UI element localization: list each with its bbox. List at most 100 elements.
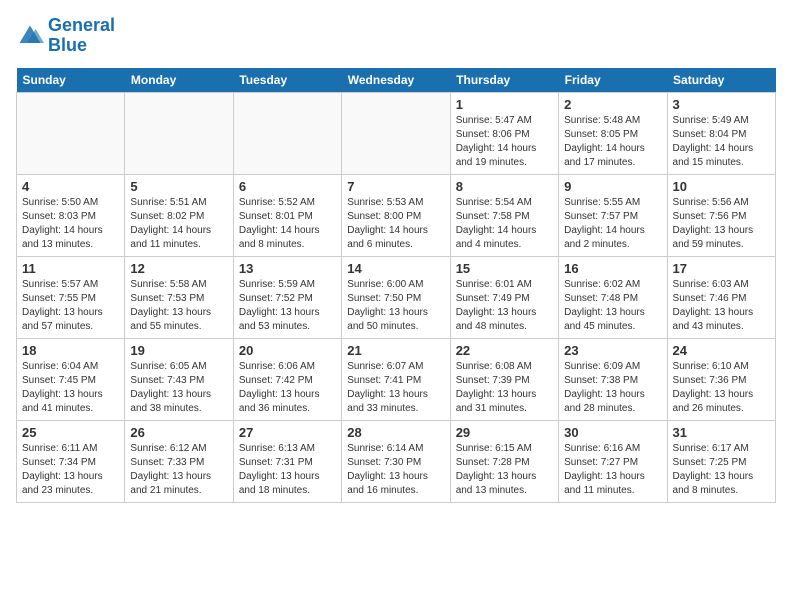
cell-info: Sunrise: 6:03 AMSunset: 7:46 PMDaylight:… bbox=[673, 278, 770, 334]
cell-info: Sunrise: 5:53 AMSunset: 8:00 PMDaylight:… bbox=[347, 196, 444, 252]
cell-info: Sunrise: 6:08 AMSunset: 7:39 PMDaylight:… bbox=[456, 360, 553, 416]
calendar-week-5: 25 Sunrise: 6:11 AMSunset: 7:34 PMDayligh… bbox=[17, 420, 776, 502]
cell-date: 8 bbox=[456, 179, 553, 194]
calendar-cell bbox=[233, 92, 341, 174]
cell-date: 25 bbox=[22, 425, 119, 440]
cell-info: Sunrise: 6:01 AMSunset: 7:49 PMDaylight:… bbox=[456, 278, 553, 334]
cell-date: 30 bbox=[564, 425, 661, 440]
calendar-cell: 11 Sunrise: 5:57 AMSunset: 7:55 PMDayligh… bbox=[17, 256, 125, 338]
cell-date: 22 bbox=[456, 343, 553, 358]
cell-date: 21 bbox=[347, 343, 444, 358]
cell-info: Sunrise: 5:48 AMSunset: 8:05 PMDaylight:… bbox=[564, 114, 661, 170]
day-header-saturday: Saturday bbox=[667, 68, 775, 93]
calendar-week-3: 11 Sunrise: 5:57 AMSunset: 7:55 PMDayligh… bbox=[17, 256, 776, 338]
calendar-cell bbox=[125, 92, 233, 174]
cell-info: Sunrise: 5:50 AMSunset: 8:03 PMDaylight:… bbox=[22, 196, 119, 252]
cell-info: Sunrise: 6:04 AMSunset: 7:45 PMDaylight:… bbox=[22, 360, 119, 416]
day-header-thursday: Thursday bbox=[450, 68, 558, 93]
cell-info: Sunrise: 6:14 AMSunset: 7:30 PMDaylight:… bbox=[347, 442, 444, 498]
cell-info: Sunrise: 6:09 AMSunset: 7:38 PMDaylight:… bbox=[564, 360, 661, 416]
calendar-cell bbox=[17, 92, 125, 174]
cell-info: Sunrise: 6:00 AMSunset: 7:50 PMDaylight:… bbox=[347, 278, 444, 334]
cell-info: Sunrise: 6:10 AMSunset: 7:36 PMDaylight:… bbox=[673, 360, 770, 416]
calendar-cell: 13Sunrise: 5:59 AMSunset: 7:52 PMDayligh… bbox=[233, 256, 341, 338]
cell-date: 18 bbox=[22, 343, 119, 358]
calendar-cell: 10 Sunrise: 5:56 AMSunset: 7:56 PMDayligh… bbox=[667, 174, 775, 256]
cell-date: 26 bbox=[130, 425, 227, 440]
cell-date: 10 bbox=[673, 179, 770, 194]
cell-date: 15 bbox=[456, 261, 553, 276]
calendar-cell: 3 Sunrise: 5:49 AMSunset: 8:04 PMDaylight… bbox=[667, 92, 775, 174]
cell-info: Sunrise: 6:15 AMSunset: 7:28 PMDaylight:… bbox=[456, 442, 553, 498]
cell-date: 12 bbox=[130, 261, 227, 276]
calendar-cell: 2 Sunrise: 5:48 AMSunset: 8:05 PMDaylight… bbox=[559, 92, 667, 174]
cell-date: 9 bbox=[564, 179, 661, 194]
cell-info: Sunrise: 6:07 AMSunset: 7:41 PMDaylight:… bbox=[347, 360, 444, 416]
cell-date: 6 bbox=[239, 179, 336, 194]
cell-info: Sunrise: 5:49 AMSunset: 8:04 PMDaylight:… bbox=[673, 114, 770, 170]
cell-info: Sunrise: 5:51 AMSunset: 8:02 PMDaylight:… bbox=[130, 196, 227, 252]
calendar-cell: 28 Sunrise: 6:14 AMSunset: 7:30 PMDayligh… bbox=[342, 420, 450, 502]
calendar-cell bbox=[342, 92, 450, 174]
cell-date: 5 bbox=[130, 179, 227, 194]
cell-info: Sunrise: 5:56 AMSunset: 7:56 PMDaylight:… bbox=[673, 196, 770, 252]
calendar-cell: 19 Sunrise: 6:05 AMSunset: 7:43 PMDayligh… bbox=[125, 338, 233, 420]
calendar-cell: 24 Sunrise: 6:10 AMSunset: 7:36 PMDayligh… bbox=[667, 338, 775, 420]
cell-date: 14 bbox=[347, 261, 444, 276]
calendar-cell: 16Sunrise: 6:02 AMSunset: 7:48 PMDayligh… bbox=[559, 256, 667, 338]
calendar-cell: 15 Sunrise: 6:01 AMSunset: 7:49 PMDayligh… bbox=[450, 256, 558, 338]
cell-date: 20 bbox=[239, 343, 336, 358]
calendar-cell: 27Sunrise: 6:13 AMSunset: 7:31 PMDayligh… bbox=[233, 420, 341, 502]
calendar-cell: 7Sunrise: 5:53 AMSunset: 8:00 PMDaylight… bbox=[342, 174, 450, 256]
day-header-wednesday: Wednesday bbox=[342, 68, 450, 93]
calendar-header-row: SundayMondayTuesdayWednesdayThursdayFrid… bbox=[17, 68, 776, 93]
calendar-cell: 18 Sunrise: 6:04 AMSunset: 7:45 PMDayligh… bbox=[17, 338, 125, 420]
day-header-tuesday: Tuesday bbox=[233, 68, 341, 93]
day-header-friday: Friday bbox=[559, 68, 667, 93]
cell-date: 2 bbox=[564, 97, 661, 112]
calendar-cell: 8Sunrise: 5:54 AMSunset: 7:58 PMDaylight… bbox=[450, 174, 558, 256]
calendar-cell: 5 Sunrise: 5:51 AMSunset: 8:02 PMDaylight… bbox=[125, 174, 233, 256]
calendar-cell: 30 Sunrise: 6:16 AMSunset: 7:27 PMDayligh… bbox=[559, 420, 667, 502]
calendar-cell: 4 Sunrise: 5:50 AMSunset: 8:03 PMDaylight… bbox=[17, 174, 125, 256]
logo-icon bbox=[16, 22, 44, 50]
cell-date: 3 bbox=[673, 97, 770, 112]
cell-info: Sunrise: 5:58 AMSunset: 7:53 PMDaylight:… bbox=[130, 278, 227, 334]
cell-info: Sunrise: 6:06 AMSunset: 7:42 PMDaylight:… bbox=[239, 360, 336, 416]
calendar-cell: 14 Sunrise: 6:00 AMSunset: 7:50 PMDayligh… bbox=[342, 256, 450, 338]
logo: General Blue bbox=[16, 16, 115, 56]
calendar-table: SundayMondayTuesdayWednesdayThursdayFrid… bbox=[16, 68, 776, 503]
cell-info: Sunrise: 6:16 AMSunset: 7:27 PMDaylight:… bbox=[564, 442, 661, 498]
calendar-cell: 26Sunrise: 6:12 AMSunset: 7:33 PMDayligh… bbox=[125, 420, 233, 502]
cell-date: 11 bbox=[22, 261, 119, 276]
cell-info: Sunrise: 5:59 AMSunset: 7:52 PMDaylight:… bbox=[239, 278, 336, 334]
cell-info: Sunrise: 6:05 AMSunset: 7:43 PMDaylight:… bbox=[130, 360, 227, 416]
cell-info: Sunrise: 6:17 AMSunset: 7:25 PMDaylight:… bbox=[673, 442, 770, 498]
cell-date: 23 bbox=[564, 343, 661, 358]
calendar-cell: 31 Sunrise: 6:17 AMSunset: 7:25 PMDayligh… bbox=[667, 420, 775, 502]
cell-date: 4 bbox=[22, 179, 119, 194]
cell-info: Sunrise: 6:11 AMSunset: 7:34 PMDaylight:… bbox=[22, 442, 119, 498]
calendar-week-2: 4 Sunrise: 5:50 AMSunset: 8:03 PMDaylight… bbox=[17, 174, 776, 256]
cell-date: 19 bbox=[130, 343, 227, 358]
cell-info: Sunrise: 5:57 AMSunset: 7:55 PMDaylight:… bbox=[22, 278, 119, 334]
calendar-cell: 21 Sunrise: 6:07 AMSunset: 7:41 PMDayligh… bbox=[342, 338, 450, 420]
calendar-week-1: 1 Sunrise: 5:47 AMSunset: 8:06 PMDaylight… bbox=[17, 92, 776, 174]
cell-date: 16 bbox=[564, 261, 661, 276]
cell-date: 17 bbox=[673, 261, 770, 276]
calendar-cell: 23 Sunrise: 6:09 AMSunset: 7:38 PMDayligh… bbox=[559, 338, 667, 420]
cell-date: 28 bbox=[347, 425, 444, 440]
calendar-week-4: 18 Sunrise: 6:04 AMSunset: 7:45 PMDayligh… bbox=[17, 338, 776, 420]
calendar-cell: 9Sunrise: 5:55 AMSunset: 7:57 PMDaylight… bbox=[559, 174, 667, 256]
cell-date: 31 bbox=[673, 425, 770, 440]
cell-info: Sunrise: 5:52 AMSunset: 8:01 PMDaylight:… bbox=[239, 196, 336, 252]
calendar-cell: 22 Sunrise: 6:08 AMSunset: 7:39 PMDayligh… bbox=[450, 338, 558, 420]
cell-date: 1 bbox=[456, 97, 553, 112]
cell-info: Sunrise: 6:13 AMSunset: 7:31 PMDaylight:… bbox=[239, 442, 336, 498]
day-header-sunday: Sunday bbox=[17, 68, 125, 93]
cell-info: Sunrise: 5:47 AMSunset: 8:06 PMDaylight:… bbox=[456, 114, 553, 170]
calendar-cell: 6 Sunrise: 5:52 AMSunset: 8:01 PMDaylight… bbox=[233, 174, 341, 256]
day-header-monday: Monday bbox=[125, 68, 233, 93]
cell-date: 24 bbox=[673, 343, 770, 358]
logo-text: General Blue bbox=[48, 16, 115, 56]
